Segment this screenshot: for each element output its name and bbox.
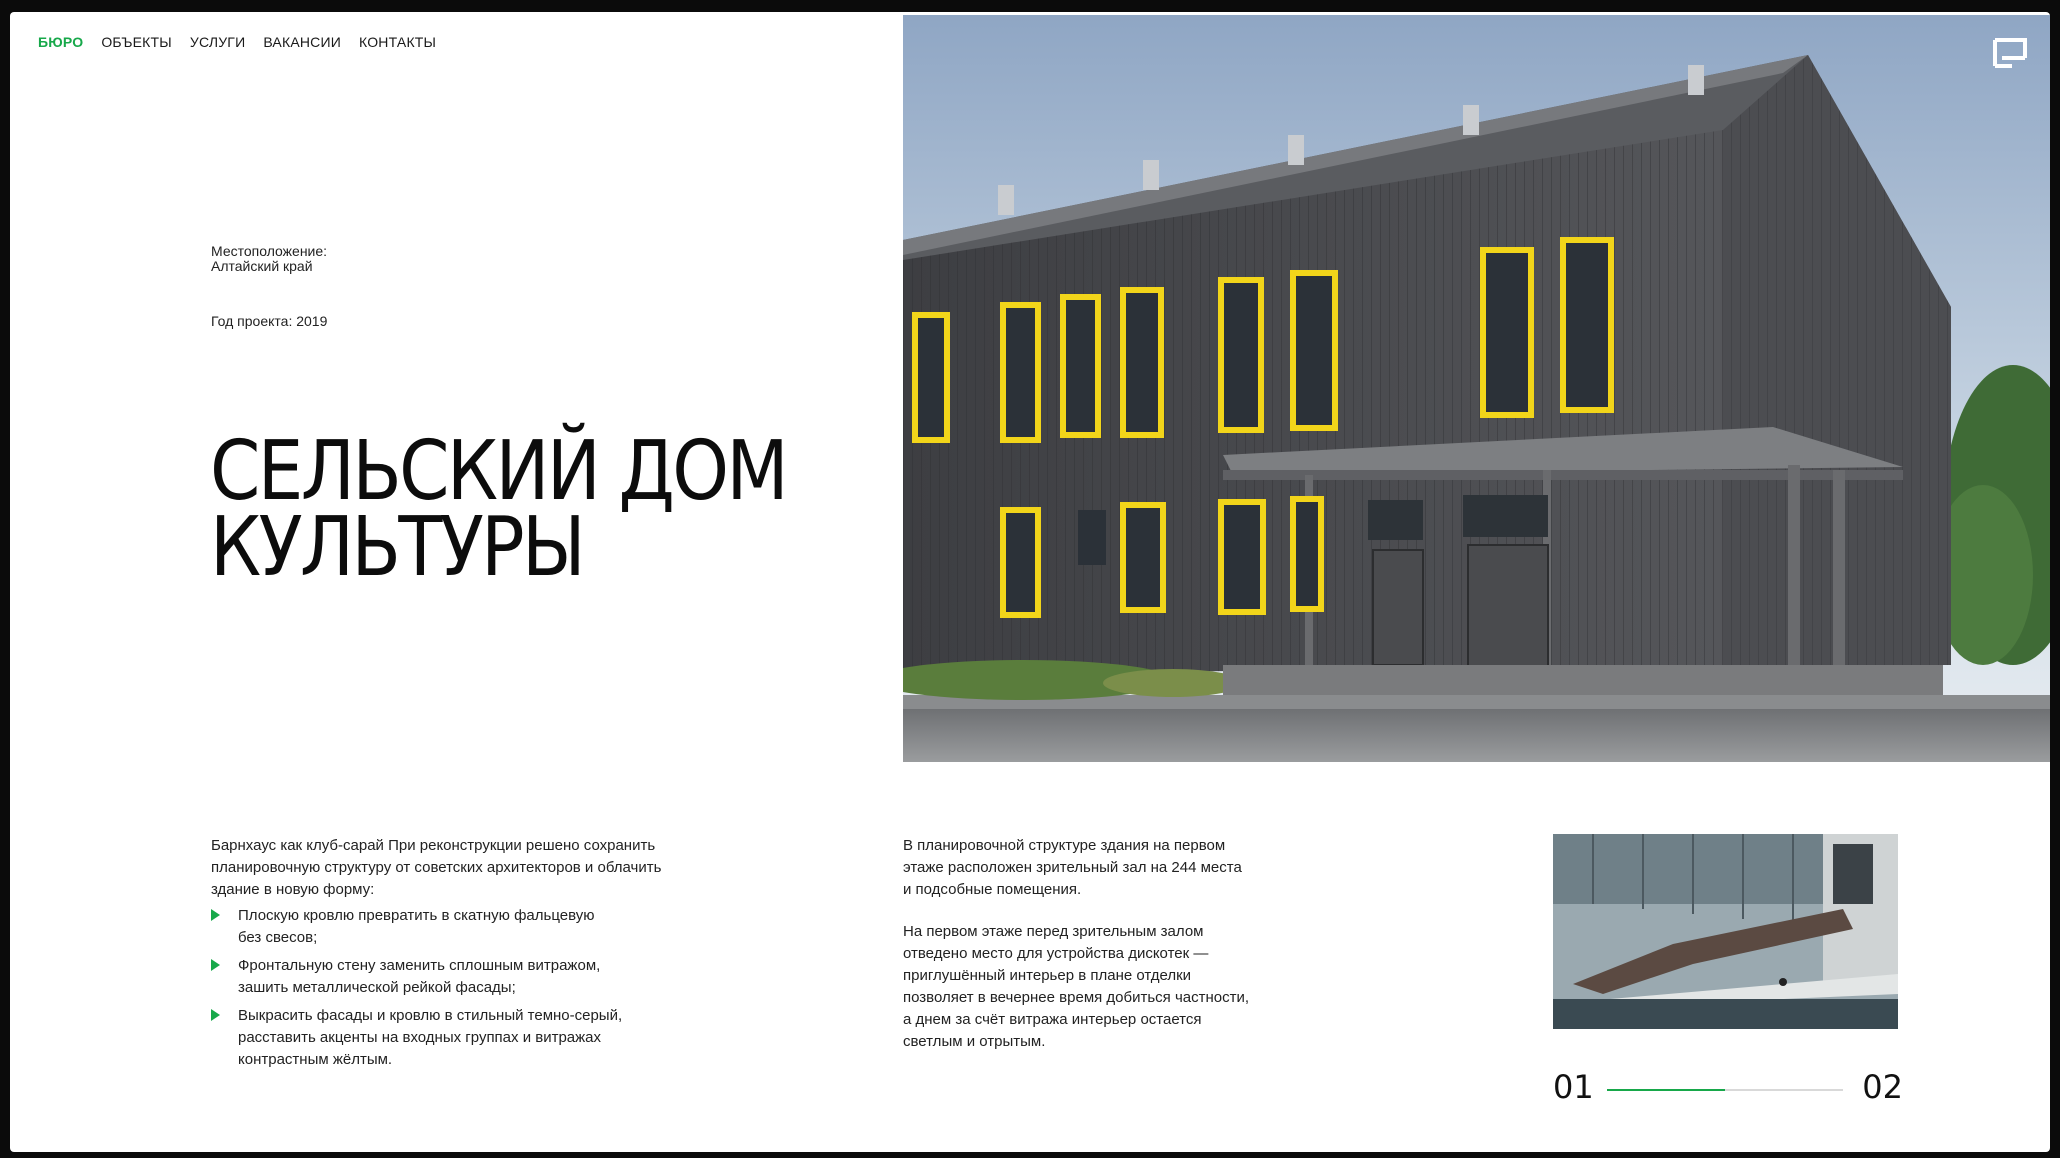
p2-line-6: светлым и отрытым. <box>903 1033 1046 1050</box>
description-column-2: В планировочной структуре здания на перв… <box>903 835 1303 1073</box>
list-item: Фронтальную стену заменить сплошным витр… <box>211 955 771 999</box>
p2-line-1: На первом этаже перед зрительным залом <box>903 923 1204 940</box>
bullet-1-line-2: без свесов; <box>238 929 318 946</box>
project-year: Год проекта: 2019 <box>211 313 328 329</box>
bullet-3-line-2: расставить акценты на входных группах и … <box>238 1029 602 1046</box>
current-slide-number: 01 <box>1553 1068 1594 1106</box>
page-title: СЕЛЬСКИЙ ДОМ КУЛЬТУРЫ <box>210 424 789 595</box>
p2-line-4: позволяет в вечернее время добиться част… <box>903 989 1250 1006</box>
top-nav: БЮРО ОБЪЕКТЫ УСЛУГИ ВАКАНСИИ КОНТАКТЫ <box>38 34 436 50</box>
p2-line-3: приглушённый интерьер в плане отделки <box>903 967 1192 984</box>
intro-line-1: Барнхаус как клуб-сарай При реконструкци… <box>211 837 656 854</box>
location-label: Местоположение: <box>211 243 328 259</box>
nav-item-objects[interactable]: ОБЪЕКТЫ <box>101 34 172 50</box>
title-line-1: СЕЛЬСКИЙ ДОМ <box>210 424 789 519</box>
slide-progress-fill <box>1607 1089 1725 1091</box>
total-slide-number[interactable]: 02 <box>1862 1068 1903 1106</box>
triangle-bullet-icon <box>211 959 220 971</box>
intro-line-2: планировочную структуру от советских арх… <box>211 859 662 876</box>
nav-item-services[interactable]: УСЛУГИ <box>190 34 245 50</box>
page: БЮРО ОБЪЕКТЫ УСЛУГИ ВАКАНСИИ КОНТАКТЫ Ме… <box>10 12 2050 1152</box>
project-location: Местоположение: Алтайский край <box>211 244 327 274</box>
nav-item-contacts[interactable]: КОНТАКТЫ <box>359 34 436 50</box>
paragraph-1: В планировочной структуре здания на перв… <box>903 835 1303 901</box>
intro-line-3: здание в новую форму: <box>211 881 375 898</box>
bullet-2-line-2: зашить металлической рейкой фасады; <box>238 979 516 996</box>
p1-line-2: этаже расположен зрительный зал на 244 м… <box>903 859 1242 876</box>
list-item: Выкрасить фасады и кровлю в стильный тем… <box>211 1005 771 1071</box>
location-value: Алтайский край <box>211 258 313 274</box>
bullet-1-line-1: Плоскую кровлю превратить в скатную фаль… <box>238 907 595 924</box>
nav-item-bureau[interactable]: БЮРО <box>38 34 83 50</box>
description-column-1: Барнхаус как клуб-сарай При реконструкци… <box>211 835 771 1077</box>
bullet-list: Плоскую кровлю превратить в скатную фаль… <box>211 905 771 1071</box>
triangle-bullet-icon <box>211 1009 220 1021</box>
fullscreen-icon[interactable] <box>1992 36 2028 77</box>
paragraph-2: На первом этаже перед зрительным залом о… <box>903 921 1303 1053</box>
hero-building-image <box>903 15 2050 762</box>
triangle-bullet-icon <box>211 909 220 921</box>
p1-line-1: В планировочной структуре здания на перв… <box>903 837 1226 854</box>
p1-line-3: и подсобные помещения. <box>903 881 1082 898</box>
p2-line-2: отведено место для устройства дискотек — <box>903 945 1209 962</box>
slide-pager: 01 02 <box>1553 1062 1903 1106</box>
p2-line-5: а днем за счёт витража интерьер остается <box>903 1011 1202 1028</box>
slide-progress-track[interactable] <box>1607 1089 1843 1091</box>
list-item: Плоскую кровлю превратить в скатную фаль… <box>211 905 771 949</box>
bullet-2-line-1: Фронтальную стену заменить сплошным витр… <box>238 957 601 974</box>
title-line-2: КУЛЬТУРЫ <box>210 500 586 595</box>
bullet-3-line-3: контрастным жёлтым. <box>238 1051 393 1068</box>
nav-item-vacancies[interactable]: ВАКАНСИИ <box>263 34 341 50</box>
bullet-3-line-1: Выкрасить фасады и кровлю в стильный тем… <box>238 1007 623 1024</box>
gallery-thumbnail[interactable] <box>1553 834 1898 1029</box>
